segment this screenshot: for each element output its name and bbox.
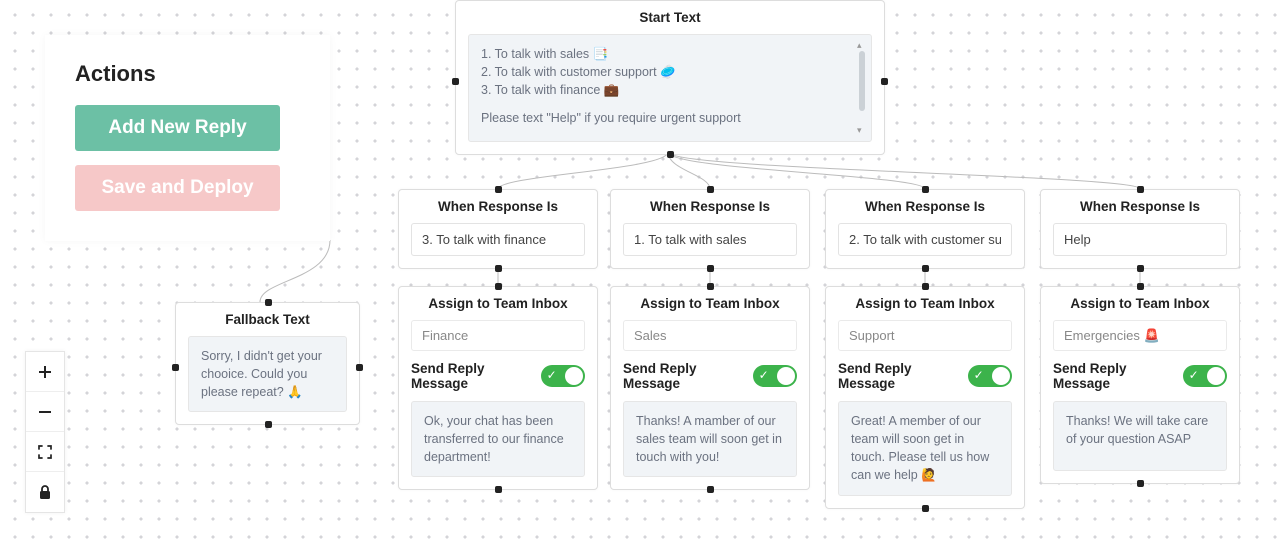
actions-panel: Actions Add New Reply Save and Deploy (45, 35, 330, 241)
response-title: When Response Is (826, 190, 1024, 223)
lock-button[interactable] (26, 472, 64, 512)
response-title: When Response Is (399, 190, 597, 223)
send-reply-toggle[interactable]: ✓ (968, 365, 1012, 387)
start-line-2: 2. To talk with customer support 🥏 (481, 63, 859, 81)
send-reply-label: Send Reply Message (411, 361, 541, 391)
reply-message[interactable]: Great! A member of our team will soon ge… (838, 401, 1012, 496)
expand-icon (37, 444, 53, 460)
assign-title: Assign to Team Inbox (1041, 287, 1239, 320)
reply-message[interactable]: Thanks! A mamber of our sales team will … (623, 401, 797, 477)
reply-message[interactable]: Thanks! We will take care of your questi… (1053, 401, 1227, 471)
fallback-text[interactable]: Sorry, I didn't get your chooice. Could … (188, 336, 347, 412)
add-new-reply-button[interactable]: Add New Reply (75, 105, 280, 151)
zoom-fit-button[interactable] (26, 432, 64, 472)
start-text-node[interactable]: Start Text 1. To talk with sales 📑 2. To… (455, 0, 885, 155)
save-and-deploy-button[interactable]: Save and Deploy (75, 165, 280, 211)
team-input[interactable] (411, 320, 585, 351)
response-node-finance[interactable]: When Response Is (398, 189, 598, 269)
response-input[interactable] (1053, 223, 1227, 256)
response-title: When Response Is (611, 190, 809, 223)
reply-message[interactable]: Ok, your chat has been transferred to ou… (411, 401, 585, 477)
scroll-thumb[interactable] (859, 51, 865, 111)
send-reply-label: Send Reply Message (1053, 361, 1183, 391)
assign-title: Assign to Team Inbox (399, 287, 597, 320)
start-line-3: 3. To talk with finance 💼 (481, 81, 859, 99)
response-input[interactable] (411, 223, 585, 256)
lock-icon (38, 484, 52, 500)
response-node-help[interactable]: When Response Is (1040, 189, 1240, 269)
send-reply-label: Send Reply Message (838, 361, 968, 391)
start-line-1: 1. To talk with sales 📑 (481, 45, 859, 63)
send-reply-toggle[interactable]: ✓ (1183, 365, 1227, 387)
plus-icon (37, 364, 53, 380)
actions-title: Actions (75, 61, 308, 87)
assign-node-finance[interactable]: Assign to Team Inbox Send Reply Message … (398, 286, 598, 490)
response-input[interactable] (838, 223, 1012, 256)
team-input[interactable] (838, 320, 1012, 351)
assign-node-sales[interactable]: Assign to Team Inbox Send Reply Message … (610, 286, 810, 490)
response-node-sales[interactable]: When Response Is (610, 189, 810, 269)
assign-node-help[interactable]: Assign to Team Inbox Send Reply Message … (1040, 286, 1240, 484)
minus-icon (37, 404, 53, 420)
scroll-down-icon[interactable]: ▾ (857, 124, 862, 137)
team-input[interactable] (623, 320, 797, 351)
assign-title: Assign to Team Inbox (826, 287, 1024, 320)
flow-canvas[interactable]: Actions Add New Reply Save and Deploy St… (0, 0, 1282, 549)
send-reply-toggle[interactable]: ✓ (753, 365, 797, 387)
assign-title: Assign to Team Inbox (611, 287, 809, 320)
zoom-in-button[interactable] (26, 352, 64, 392)
send-reply-label: Send Reply Message (623, 361, 753, 391)
fallback-title: Fallback Text (176, 303, 359, 336)
start-text-content[interactable]: 1. To talk with sales 📑 2. To talk with … (468, 34, 872, 142)
zoom-out-button[interactable] (26, 392, 64, 432)
send-reply-toggle[interactable]: ✓ (541, 365, 585, 387)
assign-node-support[interactable]: Assign to Team Inbox Send Reply Message … (825, 286, 1025, 509)
response-input[interactable] (623, 223, 797, 256)
fallback-node[interactable]: Fallback Text Sorry, I didn't get your c… (175, 302, 360, 425)
start-text-title: Start Text (456, 1, 884, 34)
scrollbar[interactable]: ▴ ▾ (857, 41, 867, 135)
response-node-support[interactable]: When Response Is (825, 189, 1025, 269)
zoom-controls (25, 351, 65, 513)
team-input[interactable] (1053, 320, 1227, 351)
response-title: When Response Is (1041, 190, 1239, 223)
start-note: Please text "Help" if you require urgent… (481, 109, 859, 127)
